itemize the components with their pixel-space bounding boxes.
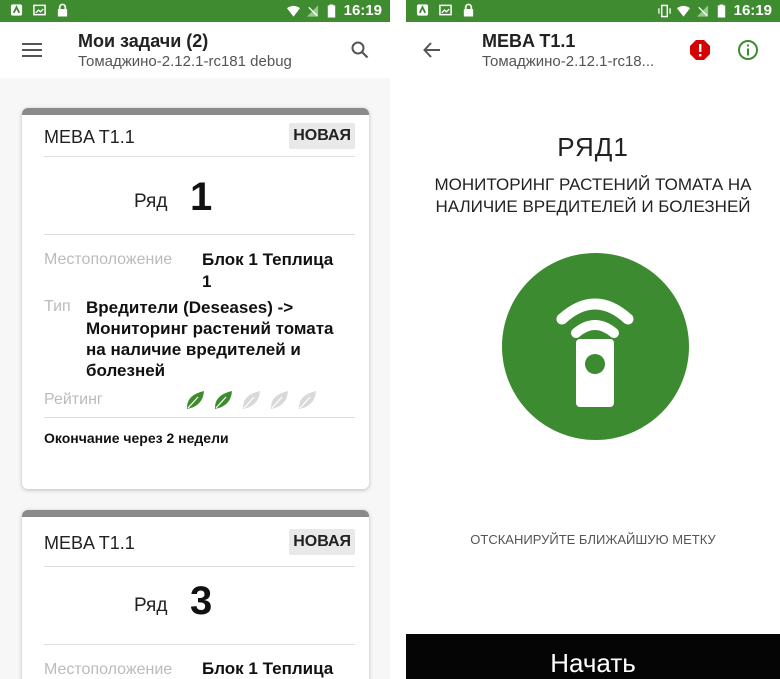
nfc-tag-icon xyxy=(556,298,634,407)
type-value-line1: Вредители (Deseases) -> xyxy=(86,298,294,317)
notification-app-icon xyxy=(416,4,429,16)
wifi-icon xyxy=(676,5,690,17)
info-icon xyxy=(738,40,758,60)
description-line1: МОНИТОРИНГ РАСТЕНИЙ ТОМАТА НА xyxy=(434,175,752,194)
type-label: Тип xyxy=(44,298,71,315)
notification-app-icon xyxy=(10,4,23,16)
location-value-line2: 1 xyxy=(202,272,212,291)
image-icon xyxy=(439,4,452,16)
deadline-text: Окончание через 2 недели xyxy=(44,417,355,460)
task-code: MEBA T1.1 xyxy=(44,127,135,147)
battery-icon xyxy=(327,4,335,17)
type-value-line3: на наличие вредителей и xyxy=(86,340,301,359)
info-button[interactable] xyxy=(734,36,762,64)
row-label: Ряд xyxy=(134,191,168,212)
location-label: Местоположение xyxy=(44,661,173,678)
rating-label: Рейтинг xyxy=(44,391,103,408)
type-value-line4: болезней xyxy=(86,361,166,380)
arrow-back-icon xyxy=(423,42,440,58)
type-value-line2: Мониторинг растений томата xyxy=(86,319,334,338)
app-version: Томаджино-2.12.1-rc18... xyxy=(482,53,655,70)
vibrate-icon xyxy=(657,4,671,17)
card-status-bar xyxy=(22,510,369,517)
page-title: MEBA T1.1 xyxy=(482,31,576,51)
hamburger-icon xyxy=(22,43,42,57)
task-detail-screen: 16:19 MEBA T1.1 Томаджино-2.12.1-rc18...… xyxy=(406,0,780,679)
alert-octagon-icon xyxy=(690,40,710,60)
rating-leaves xyxy=(184,389,318,411)
back-button[interactable] xyxy=(418,36,446,64)
image-icon xyxy=(33,4,46,16)
signal-off-icon xyxy=(306,4,318,17)
location-value: Блок 1 Теплица xyxy=(202,659,334,678)
signal-off-icon xyxy=(696,4,708,17)
leaf-empty-icon xyxy=(270,391,288,409)
leaf-filled-icon xyxy=(214,391,232,409)
app-bar: MEBA T1.1 Томаджино-2.12.1-rc18... xyxy=(406,22,780,78)
page-title: Мои задачи (2) xyxy=(78,31,209,51)
task-code: MEBA T1.1 xyxy=(44,533,135,553)
location-label: Местоположение xyxy=(44,251,173,268)
lock-icon xyxy=(57,3,68,17)
leaf-empty-icon xyxy=(298,391,316,409)
row-label: Ряд xyxy=(134,595,168,616)
battery-icon xyxy=(717,4,725,17)
status-bar: 16:19 xyxy=(0,0,390,22)
search-icon xyxy=(351,41,369,59)
app-bar: Мои задачи (2) Томаджино-2.12.1-rc181 de… xyxy=(0,22,390,78)
wifi-icon xyxy=(286,5,300,17)
status-badge: НОВАЯ xyxy=(289,529,355,555)
status-time: 16:19 xyxy=(343,2,382,19)
status-time: 16:19 xyxy=(733,2,772,19)
status-badge: НОВАЯ xyxy=(289,123,355,149)
lock-icon xyxy=(463,3,474,17)
nfc-scan-illustration xyxy=(502,253,689,440)
row-number: 1 xyxy=(190,175,213,219)
leaf-empty-icon xyxy=(242,391,260,409)
task-description: МОНИТОРИНГ РАСТЕНИЙ ТОМАТА НА НАЛИЧИЕ ВР… xyxy=(406,174,780,218)
row-number: 3 xyxy=(190,579,213,623)
app-version: Томаджино-2.12.1-rc181 debug xyxy=(78,53,292,70)
task-card[interactable]: MEBA T1.1 НОВАЯ Ряд 3 Местоположение Бло… xyxy=(22,510,369,679)
location-value: Блок 1 Теплица xyxy=(202,250,334,269)
search-button[interactable] xyxy=(346,36,374,64)
task-card[interactable]: MEBA T1.1 НОВАЯ Ряд 1 Местоположение Бло… xyxy=(22,108,369,489)
card-status-bar xyxy=(22,108,369,115)
task-list-screen: 16:19 Мои задачи (2) Томаджино-2.12.1-rc… xyxy=(0,0,390,679)
alert-button[interactable] xyxy=(686,36,714,64)
start-button[interactable]: Начать xyxy=(406,634,780,679)
description-line2: НАЛИЧИЕ ВРЕДИТЕЛЕЙ И БОЛЕЗНЕЙ xyxy=(435,197,751,216)
menu-button[interactable] xyxy=(18,36,46,64)
scan-hint: ОТСКАНИРУЙТЕ БЛИЖАЙШУЮ МЕТКУ xyxy=(470,532,716,547)
status-bar: 16:19 xyxy=(406,0,780,22)
row-heading: РЯД1 xyxy=(557,132,629,162)
leaf-filled-icon xyxy=(186,391,204,409)
